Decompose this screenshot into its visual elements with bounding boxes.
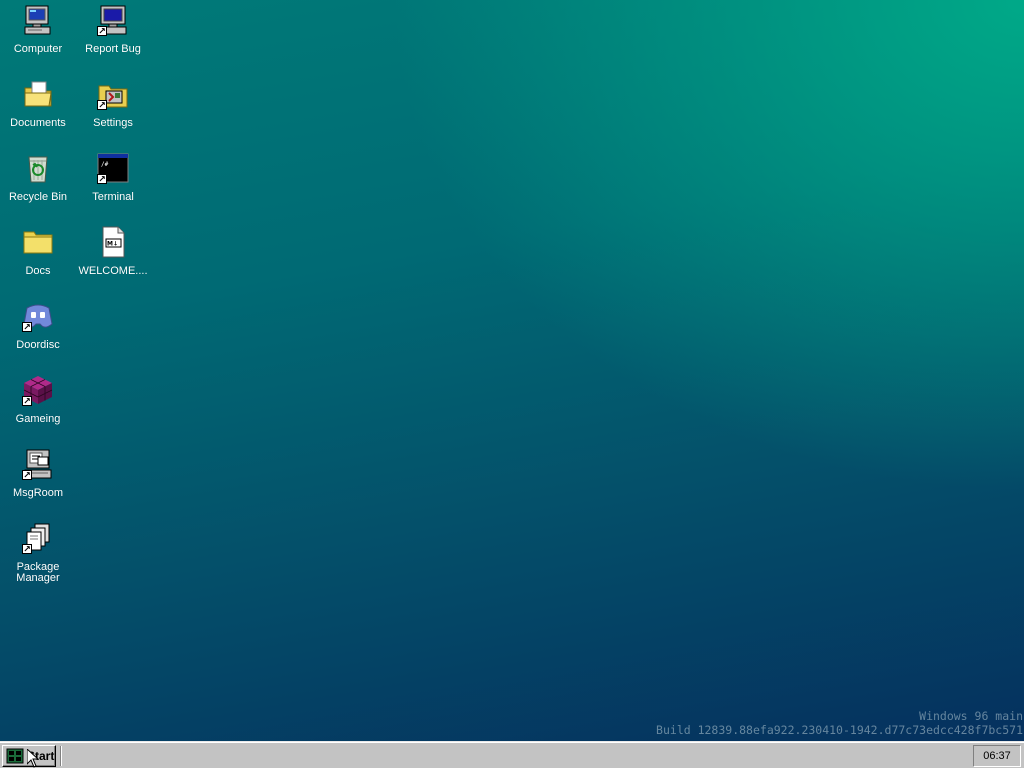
package-manager-icon: ↗: [22, 522, 54, 554]
desktop-icon-label: Terminal: [92, 191, 134, 203]
desktop-icon-settings[interactable]: ↗ Settings: [76, 76, 150, 146]
build-watermark: Windows 96 main Build 12839.88efa922.230…: [656, 709, 1023, 737]
desktop-icon-label: Package Manager: [16, 561, 60, 584]
desktop-icon-label: Documents: [10, 117, 66, 129]
msgroom-icon: ↗: [22, 448, 54, 480]
desktop[interactable]: Computer Documents Recycle Bin Docs ↗ Do…: [0, 0, 1024, 741]
desktop-icon-package-manager[interactable]: ↗ Package Manager: [1, 520, 75, 590]
svg-text:M↓: M↓: [107, 241, 118, 248]
desktop-icon-label: WELCOME....: [78, 265, 148, 277]
desktop-icon-label: Recycle Bin: [8, 191, 68, 203]
desktop-icon-label: Gameing: [15, 413, 61, 425]
desktop-icon-label: Docs: [25, 265, 51, 277]
svg-text:/#: /#: [101, 161, 109, 168]
desktop-icon-doordisc[interactable]: ↗ Doordisc: [1, 298, 75, 368]
desktop-icon-gameing[interactable]: ↗ Gameing: [1, 372, 75, 442]
gameing-cube-icon: ↗: [22, 374, 54, 406]
desktop-icon-welcome[interactable]: M↓ WELCOME....: [76, 224, 150, 294]
desktop-icon-docs[interactable]: Docs: [1, 224, 75, 294]
desktop-icon-computer[interactable]: Computer: [1, 2, 75, 72]
mouse-cursor-icon: [27, 749, 39, 768]
desktop-icon-label: Report Bug: [85, 43, 141, 55]
documents-folder-icon: [22, 78, 54, 110]
terminal-icon: /# ↗: [97, 152, 129, 184]
doordisc-icon: ↗: [22, 300, 54, 332]
report-bug-icon: ↗: [97, 4, 129, 36]
desktop-icon-terminal[interactable]: /# ↗ Terminal: [76, 150, 150, 220]
desktop-icon-msgroom[interactable]: ↗ MsgRoom: [1, 446, 75, 516]
folder-icon: [22, 226, 54, 258]
desktop-icon-label: Doordisc: [16, 339, 60, 351]
shortcut-arrow-icon: ↗: [22, 470, 32, 480]
start-logo-icon: [6, 748, 24, 764]
desktop-icon-label: MsgRoom: [12, 487, 64, 499]
settings-icon: ↗: [97, 78, 129, 110]
watermark-build-string: Build 12839.88efa922.230410-1942.d77c73e…: [656, 723, 1023, 737]
taskbar-separator: [60, 746, 62, 766]
shortcut-arrow-icon: ↗: [22, 544, 32, 554]
desktop-icon-label: Settings: [93, 117, 133, 129]
taskbar-clock[interactable]: 06:37: [973, 745, 1021, 767]
shortcut-arrow-icon: ↗: [22, 396, 32, 406]
desktop-icon-label: Computer: [13, 43, 63, 55]
recycle-bin-icon: [22, 152, 54, 184]
computer-icon: [22, 4, 54, 36]
watermark-os-name: Windows 96 main: [919, 709, 1023, 723]
shortcut-arrow-icon: ↗: [97, 174, 107, 184]
desktop-icon-documents[interactable]: Documents: [1, 76, 75, 146]
shortcut-arrow-icon: ↗: [22, 322, 32, 332]
markdown-file-icon: M↓: [97, 226, 129, 258]
shortcut-arrow-icon: ↗: [97, 100, 107, 110]
desktop-icon-report-bug[interactable]: ↗ Report Bug: [76, 2, 150, 72]
taskbar: Start 06:37: [0, 741, 1024, 768]
desktop-icon-recycle-bin[interactable]: Recycle Bin: [1, 150, 75, 220]
shortcut-arrow-icon: ↗: [97, 26, 107, 36]
